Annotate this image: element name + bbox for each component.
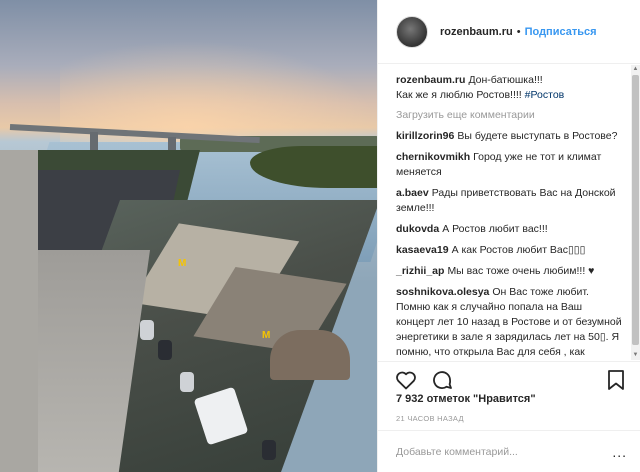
comment-item: _rizhii_ap Мы вас тоже очень любим!!! ♥ xyxy=(396,264,622,279)
car xyxy=(262,440,276,460)
car xyxy=(140,320,154,340)
scroll-up-arrow-icon[interactable]: ▲ xyxy=(631,65,640,74)
scroll-down-arrow-icon[interactable]: ▼ xyxy=(631,351,640,360)
comment-icon[interactable] xyxy=(430,368,454,392)
avatar[interactable] xyxy=(396,15,428,48)
comment-text: А как Ростов любит Вас▯▯▯ xyxy=(451,244,586,256)
post-timestamp[interactable]: 21 ЧАСОВ НАЗАД xyxy=(396,414,464,423)
comment-author[interactable]: kirillzorin96 xyxy=(396,130,454,142)
car xyxy=(180,372,194,392)
username-link[interactable]: rozenbaum.ru xyxy=(440,26,513,38)
add-comment-bar: ... xyxy=(378,430,640,472)
caption: rozenbaum.ru Дон-батюшка!!! Как же я любл… xyxy=(396,73,622,103)
comment-input[interactable] xyxy=(396,445,613,458)
scroll-thumb[interactable] xyxy=(632,75,639,345)
hashtag-link[interactable]: #Ростов xyxy=(525,89,565,101)
caption-text: Как же я люблю Ростов!!!! xyxy=(396,89,522,101)
comment-author[interactable]: a.baev xyxy=(396,187,429,199)
more-options-icon[interactable]: ... xyxy=(612,444,627,460)
comment-item: chernikovmikh Город уже не тот и климат м… xyxy=(396,150,622,180)
comment-item: dukovda А Ростов любит вас!!! xyxy=(396,222,622,237)
post-actions xyxy=(378,361,640,397)
comment-text: Вы будете выступать в Ростове? xyxy=(457,130,618,142)
comment-author[interactable]: dukovda xyxy=(396,223,439,235)
heart-icon[interactable] xyxy=(394,368,418,392)
comment-author[interactable]: soshnikova.olesya xyxy=(396,286,489,298)
comment-author[interactable]: chernikovmikh xyxy=(396,151,470,163)
building xyxy=(270,330,350,380)
load-more-comments-button[interactable]: Загрузить еще комментарии xyxy=(396,109,622,121)
likes-count[interactable]: 7 932 отметок "Нравится" xyxy=(396,393,536,405)
follow-button[interactable]: Подписаться xyxy=(525,26,597,38)
rooftop-edge xyxy=(0,150,38,472)
post-side-panel: rozenbaum.ru • Подписаться rozenbaum.ru Д… xyxy=(377,0,640,472)
comment-item: soshnikova.olesya Он Вас тоже любит. Помн… xyxy=(396,285,622,360)
mcdonalds-logo: M xyxy=(262,330,271,341)
bridge-pillar xyxy=(90,132,98,150)
post-header: rozenbaum.ru • Подписаться xyxy=(378,0,640,64)
mcdonalds-logo: M xyxy=(178,258,187,269)
comments-scrollbar[interactable]: ▲ ▼ xyxy=(631,65,640,360)
comments-list[interactable]: rozenbaum.ru Дон-батюшка!!! Как же я любл… xyxy=(378,65,632,360)
comment-author[interactable]: kasaeva19 xyxy=(396,244,449,256)
comment-item: a.baev Рады приветствовать Вас на Донской… xyxy=(396,186,622,216)
caption-text: Дон-батюшка!!! xyxy=(468,74,543,86)
car xyxy=(158,340,172,360)
bookmark-icon[interactable] xyxy=(605,368,627,392)
comment-author[interactable]: _rizhii_ap xyxy=(396,265,444,277)
comment-text: Мы вас тоже очень любим!!! ♥ xyxy=(447,265,595,277)
comment-text: А Ростов любит вас!!! xyxy=(442,223,548,235)
comment-item: kirillzorin96 Вы будете выступать в Росто… xyxy=(396,129,622,144)
comment-item: kasaeva19 А как Ростов любит Вас▯▯▯ xyxy=(396,243,622,258)
post-photo[interactable]: M M xyxy=(0,0,377,472)
separator-dot: • xyxy=(516,25,521,38)
caption-author[interactable]: rozenbaum.ru xyxy=(396,74,465,86)
